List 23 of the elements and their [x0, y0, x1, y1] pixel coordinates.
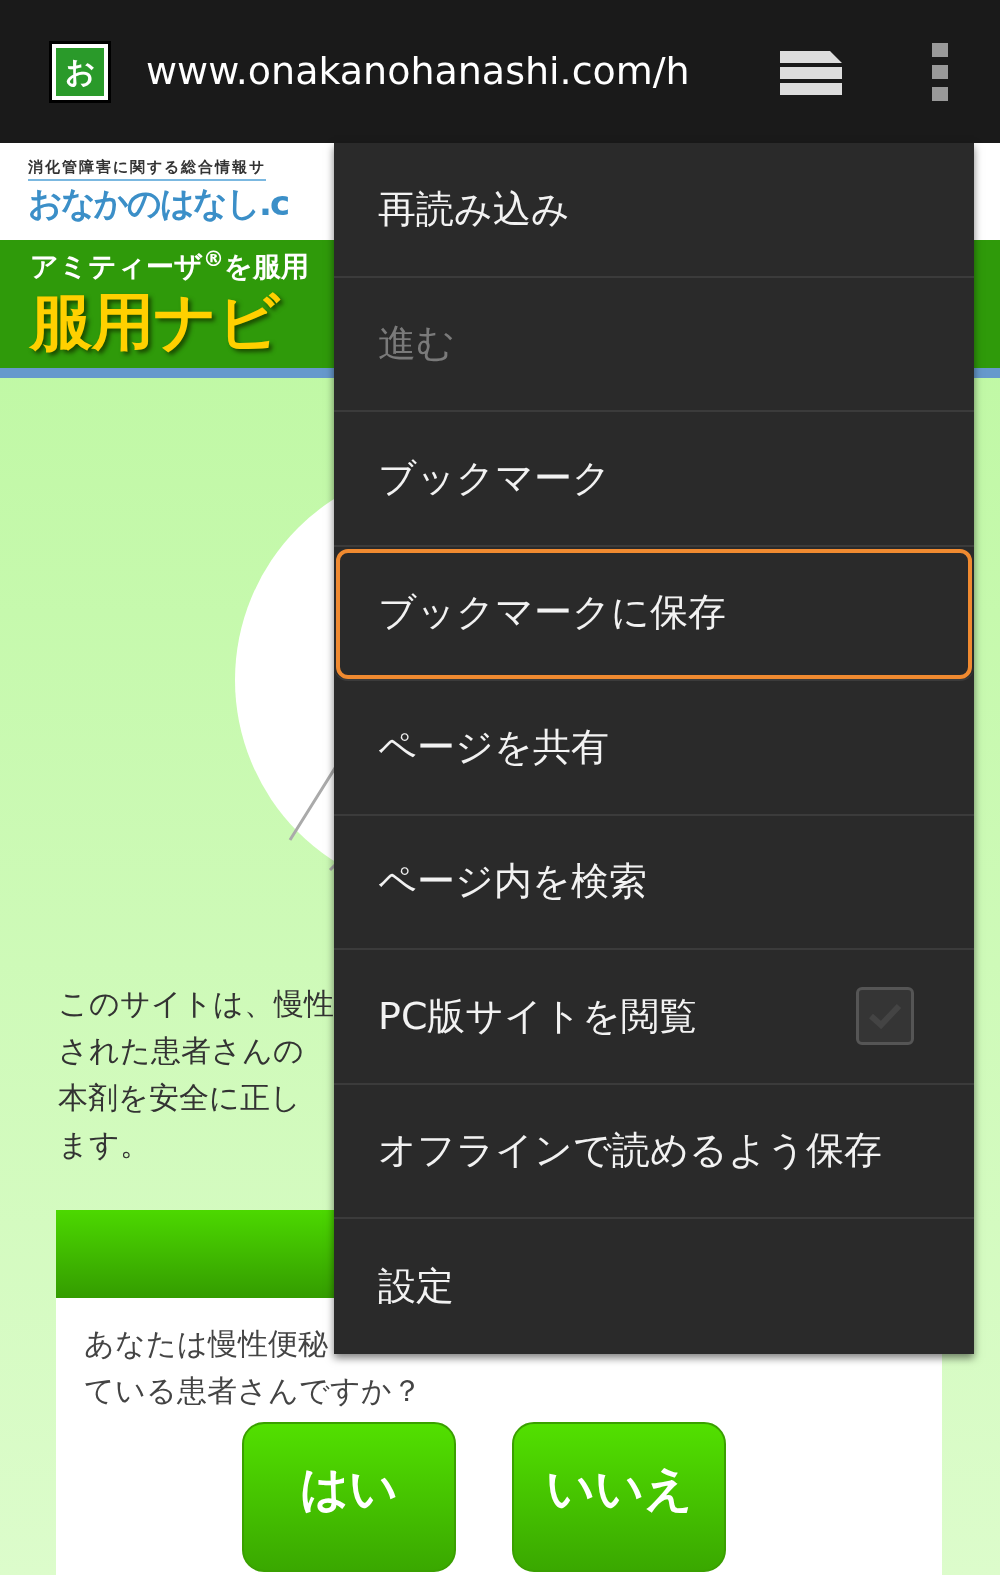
menu-item[interactable]: 設定 — [334, 1219, 974, 1354]
checkbox[interactable] — [856, 987, 914, 1046]
banner-title: 服用ナビ — [30, 288, 280, 357]
banner-subtitle: アミティーザ$^{®}$を服用 — [30, 246, 309, 285]
question-text-line: あなたは慢性便秘 — [84, 1325, 329, 1363]
overflow-menu-icon[interactable] — [932, 42, 948, 101]
menu-item[interactable]: ページ内を検索 — [334, 815, 974, 950]
intro-text-line: このサイトは、慢性 — [58, 985, 334, 1023]
site-logo[interactable]: おなかのはなし.c — [28, 180, 289, 225]
intro-text-line: ます。 — [58, 1126, 151, 1164]
intro-text-line: 本剤を安全に正し — [58, 1079, 302, 1117]
intro-text-line: された患者さんの — [58, 1032, 305, 1070]
site-tagline: 消化管障害に関する総合情報サ — [28, 156, 266, 181]
url-field[interactable]: www.onakanohanashi.com/h — [146, 43, 690, 100]
menu-row[interactable]: PC版サイトを閲覧 — [334, 950, 974, 1085]
menu-item[interactable]: ページを共有 — [334, 681, 974, 816]
menu-item[interactable]: ブックマーク — [334, 412, 974, 547]
menu-item[interactable]: オフラインで読めるよう保存 — [334, 1084, 974, 1219]
menu-item[interactable]: 再読み込み — [334, 143, 974, 278]
question-text-line: ている患者さんですか？ — [84, 1372, 423, 1410]
favicon: お — [52, 43, 108, 100]
menu-item-label: PC版サイトを閲覧 — [378, 992, 698, 1040]
menu-item[interactable]: ブックマークに保存 — [334, 546, 974, 681]
